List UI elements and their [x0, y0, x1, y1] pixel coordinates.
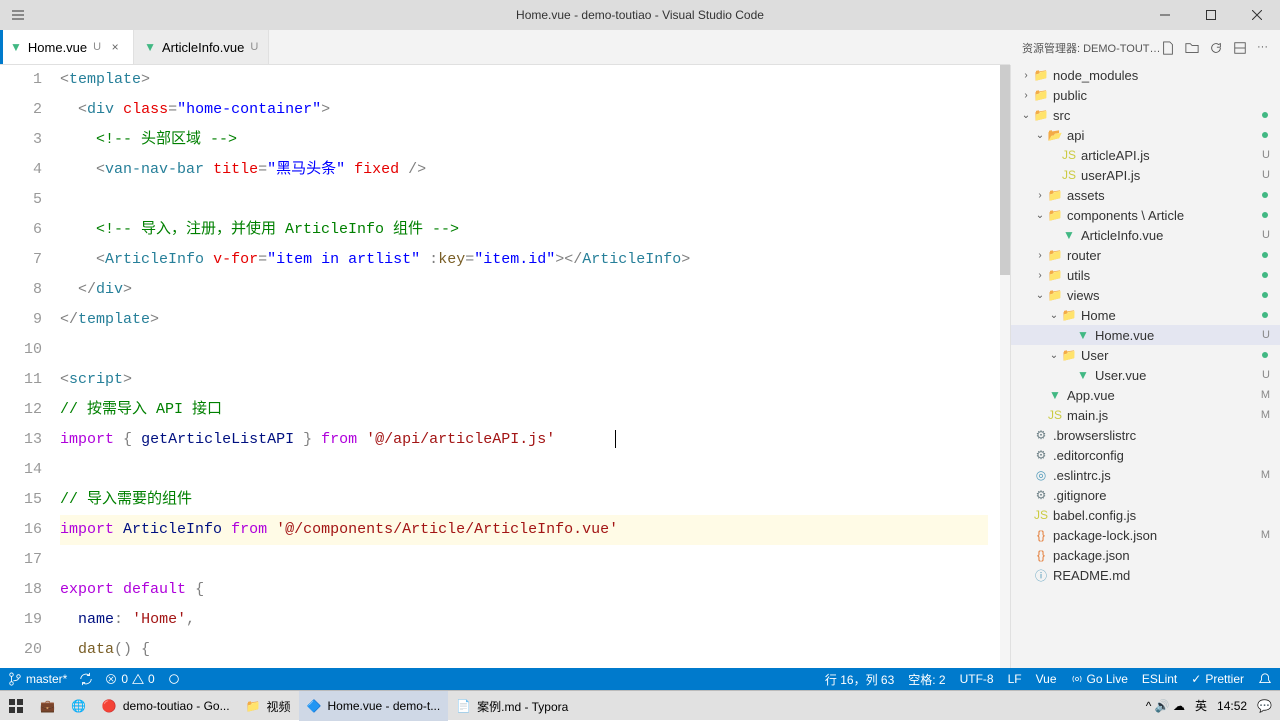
tab-label: Home.vue: [28, 40, 87, 55]
explorer-header: 资源管理器: DEMO-TOUTIAO ···: [1010, 30, 1280, 65]
tab-articleinfo-vue[interactable]: ▼ ArticleInfo.vue U: [134, 30, 269, 64]
file-tree[interactable]: ›📁node_modules›📁public⌄📁src⌄📂apiJSarticl…: [1011, 65, 1280, 668]
tree-item[interactable]: ▼App.vueM: [1011, 385, 1280, 405]
ime-indicator[interactable]: 英: [1195, 697, 1207, 714]
cursor-position[interactable]: 行 16，列 63: [825, 671, 894, 688]
tree-item[interactable]: ◎.eslintrc.jsM: [1011, 465, 1280, 485]
minimize-button[interactable]: [1142, 0, 1188, 30]
window-title: Home.vue - demo-toutiao - Visual Studio …: [516, 8, 764, 22]
tray-icons[interactable]: ^ 🔊 ☁: [1146, 699, 1185, 713]
line-numbers: 123456789101112131415161718192021: [0, 65, 60, 668]
new-folder-icon[interactable]: [1185, 41, 1199, 55]
taskbar-app[interactable]: 💼: [32, 691, 63, 721]
tree-item[interactable]: ⌄📁src: [1011, 105, 1280, 125]
tree-item[interactable]: ⚙.gitignore: [1011, 485, 1280, 505]
tree-item[interactable]: ⌄📁components \ Article: [1011, 205, 1280, 225]
clock[interactable]: 14:52: [1217, 699, 1247, 713]
tree-item[interactable]: ⚙.editorconfig: [1011, 445, 1280, 465]
indent[interactable]: 空格: 2: [908, 671, 945, 688]
tab-home-vue[interactable]: ▼ Home.vue U ×: [0, 30, 134, 64]
tree-item[interactable]: ⓘREADME.md: [1011, 565, 1280, 585]
sync-icon[interactable]: [79, 672, 93, 686]
tree-item[interactable]: ⌄📁views: [1011, 285, 1280, 305]
titlebar: Home.vue - demo-toutiao - Visual Studio …: [0, 0, 1280, 30]
minimap-thumb[interactable]: [1000, 65, 1010, 275]
explorer-sidebar: ›📁node_modules›📁public⌄📁src⌄📂apiJSarticl…: [1010, 65, 1280, 668]
git-branch[interactable]: master*: [8, 672, 67, 686]
app-menu-icon[interactable]: [8, 5, 28, 25]
minimap[interactable]: [1000, 65, 1010, 668]
taskbar-chrome[interactable]: 🔴demo-toutiao - Go...: [94, 691, 238, 721]
status-bar: master* 0 0 行 16，列 63 空格: 2 UTF-8 LF Vue…: [0, 668, 1280, 690]
code-content[interactable]: <template> <div class="home-container"> …: [60, 65, 1000, 668]
tree-item[interactable]: ›📁assets: [1011, 185, 1280, 205]
taskbar-folder[interactable]: 📁视频: [238, 691, 299, 721]
problems[interactable]: 0 0: [105, 672, 154, 686]
prettier[interactable]: ✓ Prettier: [1191, 672, 1244, 686]
taskbar-typora[interactable]: 📄案例.md - Typora: [448, 691, 576, 721]
tree-item[interactable]: JSbabel.config.js: [1011, 505, 1280, 525]
tree-item[interactable]: ›📁router: [1011, 245, 1280, 265]
tree-item[interactable]: ⌄📁User: [1011, 345, 1280, 365]
ports-icon[interactable]: [167, 672, 181, 686]
tree-item[interactable]: {}package.json: [1011, 545, 1280, 565]
language-mode[interactable]: Vue: [1036, 672, 1057, 686]
eslint[interactable]: ESLint: [1142, 672, 1177, 686]
tree-item[interactable]: JSuserAPI.jsU: [1011, 165, 1280, 185]
close-button[interactable]: [1234, 0, 1280, 30]
more-icon[interactable]: ···: [1257, 41, 1268, 55]
notifications-icon[interactable]: [1258, 672, 1272, 686]
refresh-icon[interactable]: [1209, 41, 1223, 55]
windows-taskbar: 💼 🌐 🔴demo-toutiao - Go... 📁视频 🔷Home.vue …: [0, 690, 1280, 720]
code-editor[interactable]: 123456789101112131415161718192021 <templ…: [0, 65, 1010, 668]
tree-item[interactable]: ›📁node_modules: [1011, 65, 1280, 85]
tree-item[interactable]: JSarticleAPI.jsU: [1011, 145, 1280, 165]
tree-item[interactable]: ▼ArticleInfo.vueU: [1011, 225, 1280, 245]
start-button[interactable]: [0, 691, 32, 721]
explorer-title: 资源管理器: DEMO-TOUTIAO: [1022, 40, 1161, 56]
notification-center[interactable]: 💬: [1257, 699, 1272, 713]
taskbar-vscode[interactable]: 🔷Home.vue - demo-t...: [299, 691, 449, 721]
tab-status: U: [250, 41, 258, 53]
eol[interactable]: LF: [1008, 672, 1022, 686]
tree-item[interactable]: ▼User.vueU: [1011, 365, 1280, 385]
tab-label: ArticleInfo.vue: [162, 40, 244, 55]
tree-item[interactable]: ›📁utils: [1011, 265, 1280, 285]
tree-item[interactable]: JSmain.jsM: [1011, 405, 1280, 425]
vue-icon: ▼: [144, 40, 156, 54]
encoding[interactable]: UTF-8: [960, 672, 994, 686]
tree-item[interactable]: ⌄📁Home: [1011, 305, 1280, 325]
tree-item[interactable]: ⌄📂api: [1011, 125, 1280, 145]
tree-item[interactable]: {}package-lock.jsonM: [1011, 525, 1280, 545]
vue-icon: ▼: [10, 40, 22, 54]
taskbar-app[interactable]: 🌐: [63, 691, 94, 721]
close-icon[interactable]: ×: [107, 40, 123, 54]
collapse-icon[interactable]: [1233, 41, 1247, 55]
maximize-button[interactable]: [1188, 0, 1234, 30]
tree-item[interactable]: ▼Home.vueU: [1011, 325, 1280, 345]
tree-item[interactable]: ›📁public: [1011, 85, 1280, 105]
tree-item[interactable]: ⚙.browserslistrc: [1011, 425, 1280, 445]
go-live[interactable]: Go Live: [1071, 672, 1128, 686]
tab-status: U: [93, 41, 101, 53]
new-file-icon[interactable]: [1161, 41, 1175, 55]
